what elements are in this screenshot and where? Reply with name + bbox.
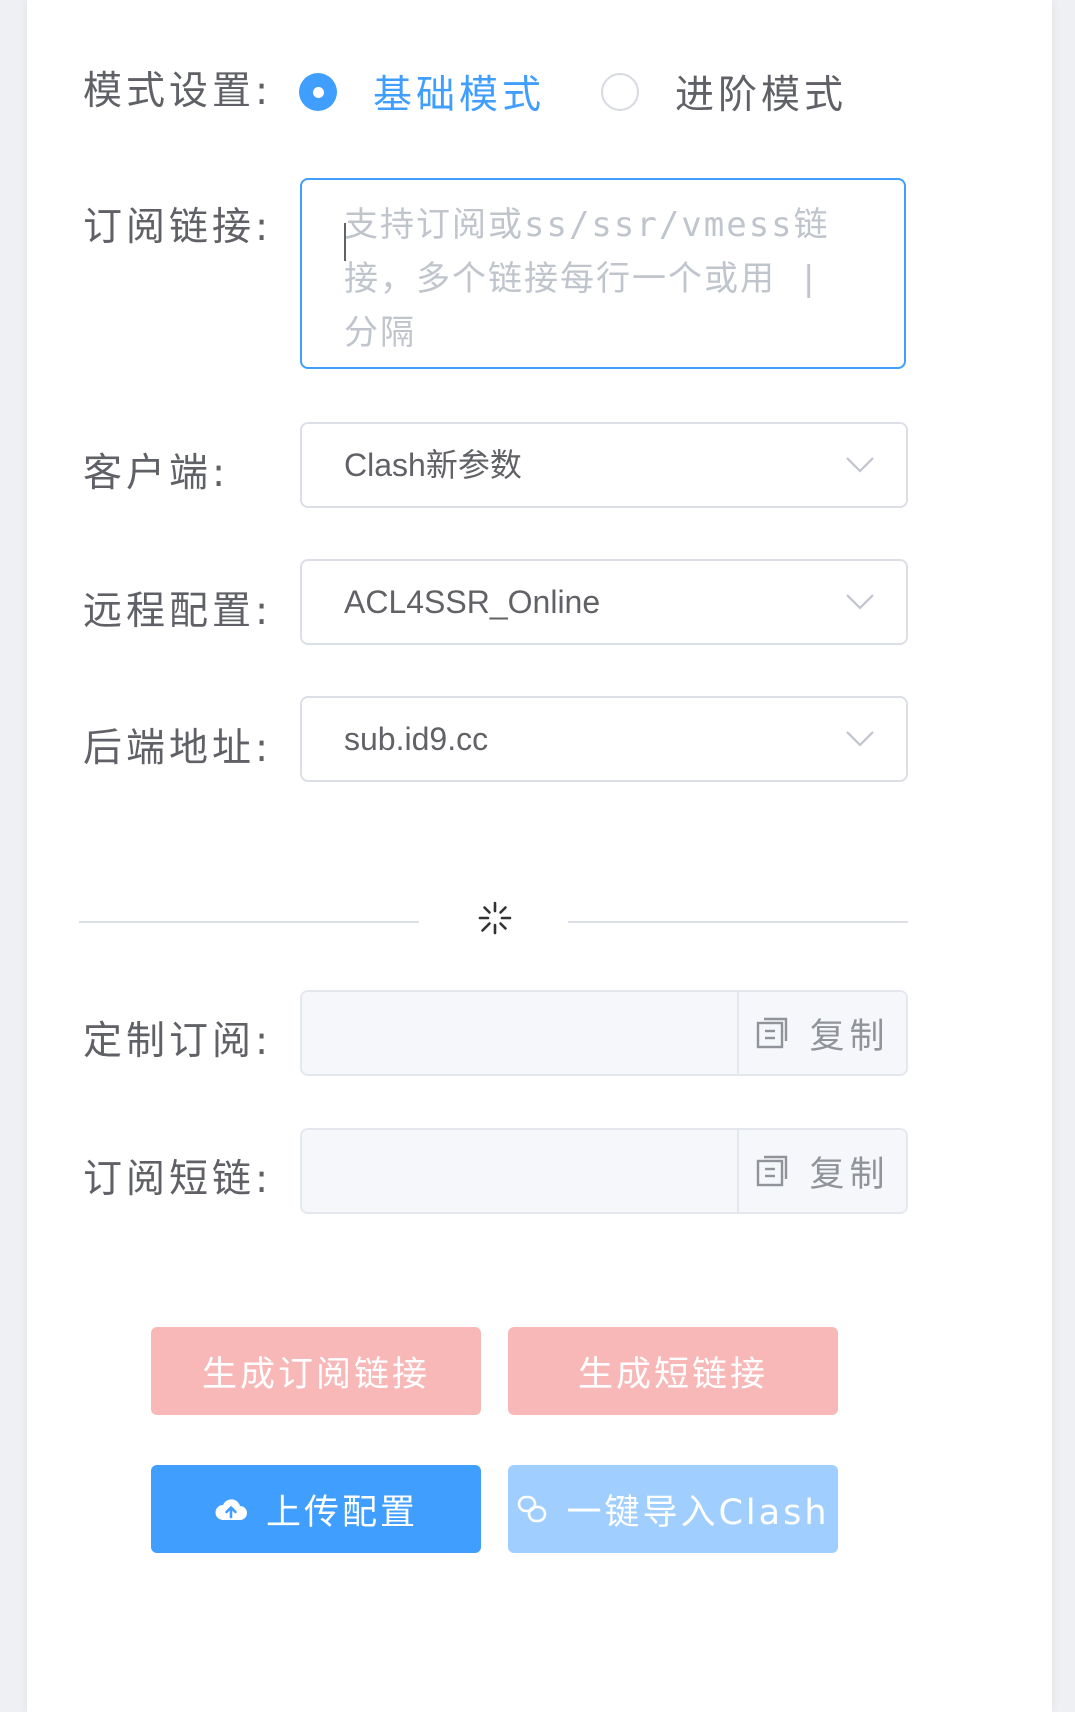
radio-circle xyxy=(601,73,639,111)
radio-advanced-label: 进阶模式 xyxy=(675,73,848,118)
custom-sub-input-group: 复制 xyxy=(300,990,908,1076)
generate-short-link-button[interactable]: 生成短链接 xyxy=(508,1327,838,1415)
remote-config-select[interactable]: ACL4SSR_Online xyxy=(300,559,908,645)
backend-selected-value: sub.id9.cc xyxy=(344,721,489,757)
subscription-textarea[interactable] xyxy=(300,178,906,369)
document-copy-icon xyxy=(757,1017,788,1049)
mode-label: 模式设置: xyxy=(83,69,273,114)
chevron-down-icon xyxy=(846,731,874,747)
radio-basic-mode[interactable]: 基础模式 xyxy=(299,64,545,120)
divider-right xyxy=(568,921,908,923)
copy-custom-sub-label: 复制 xyxy=(809,1016,890,1057)
client-label: 客户端: xyxy=(83,451,230,496)
short-link-input[interactable] xyxy=(302,1130,737,1212)
backend-select[interactable]: sub.id9.cc xyxy=(300,696,908,782)
radio-circle-checked xyxy=(299,73,337,111)
chevron-down-icon xyxy=(846,457,874,473)
generate-short-link-label: 生成短链接 xyxy=(577,1354,768,1395)
short-link-label: 订阅短链: xyxy=(83,1157,273,1202)
upload-config-label: 上传配置 xyxy=(265,1492,418,1533)
import-clash-button[interactable]: 一键导入Clash xyxy=(508,1465,838,1553)
copy-short-link-button[interactable]: 复制 xyxy=(737,1130,906,1212)
client-select[interactable]: Clash新参数 xyxy=(300,422,908,508)
subscription-label: 订阅链接: xyxy=(83,205,273,250)
cloud-upload-icon xyxy=(215,1499,247,1520)
copy-short-link-label: 复制 xyxy=(809,1154,890,1195)
chevron-down-icon xyxy=(846,594,874,610)
backend-label: 后端地址: xyxy=(83,726,273,771)
radio-advanced-mode[interactable]: 进阶模式 xyxy=(601,64,847,120)
link-icon xyxy=(518,1495,547,1523)
generate-subscription-button[interactable]: 生成订阅链接 xyxy=(151,1327,481,1415)
document-copy-icon xyxy=(757,1155,788,1187)
client-selected-value: Clash新参数 xyxy=(344,447,522,483)
subconverter-form: 模式设置: 基础模式 进阶模式 订阅链接: 客户端: Clash新参数 远程配置… xyxy=(27,0,1052,1712)
remote-config-selected-value: ACL4SSR_Online xyxy=(344,584,601,620)
custom-sub-label: 定制订阅: xyxy=(83,1019,273,1064)
divider-left xyxy=(79,921,419,923)
generate-subscription-label: 生成订阅链接 xyxy=(201,1354,430,1395)
upload-config-button[interactable]: 上传配置 xyxy=(151,1465,481,1553)
import-clash-label: 一键导入Clash xyxy=(566,1492,830,1533)
loading-spinner-icon xyxy=(478,901,512,935)
short-link-input-group: 复制 xyxy=(300,1128,908,1214)
text-caret xyxy=(344,223,346,261)
custom-sub-input[interactable] xyxy=(302,992,737,1074)
copy-custom-sub-button[interactable]: 复制 xyxy=(737,992,906,1074)
radio-basic-label: 基础模式 xyxy=(373,73,546,118)
remote-config-label: 远程配置: xyxy=(83,589,273,634)
